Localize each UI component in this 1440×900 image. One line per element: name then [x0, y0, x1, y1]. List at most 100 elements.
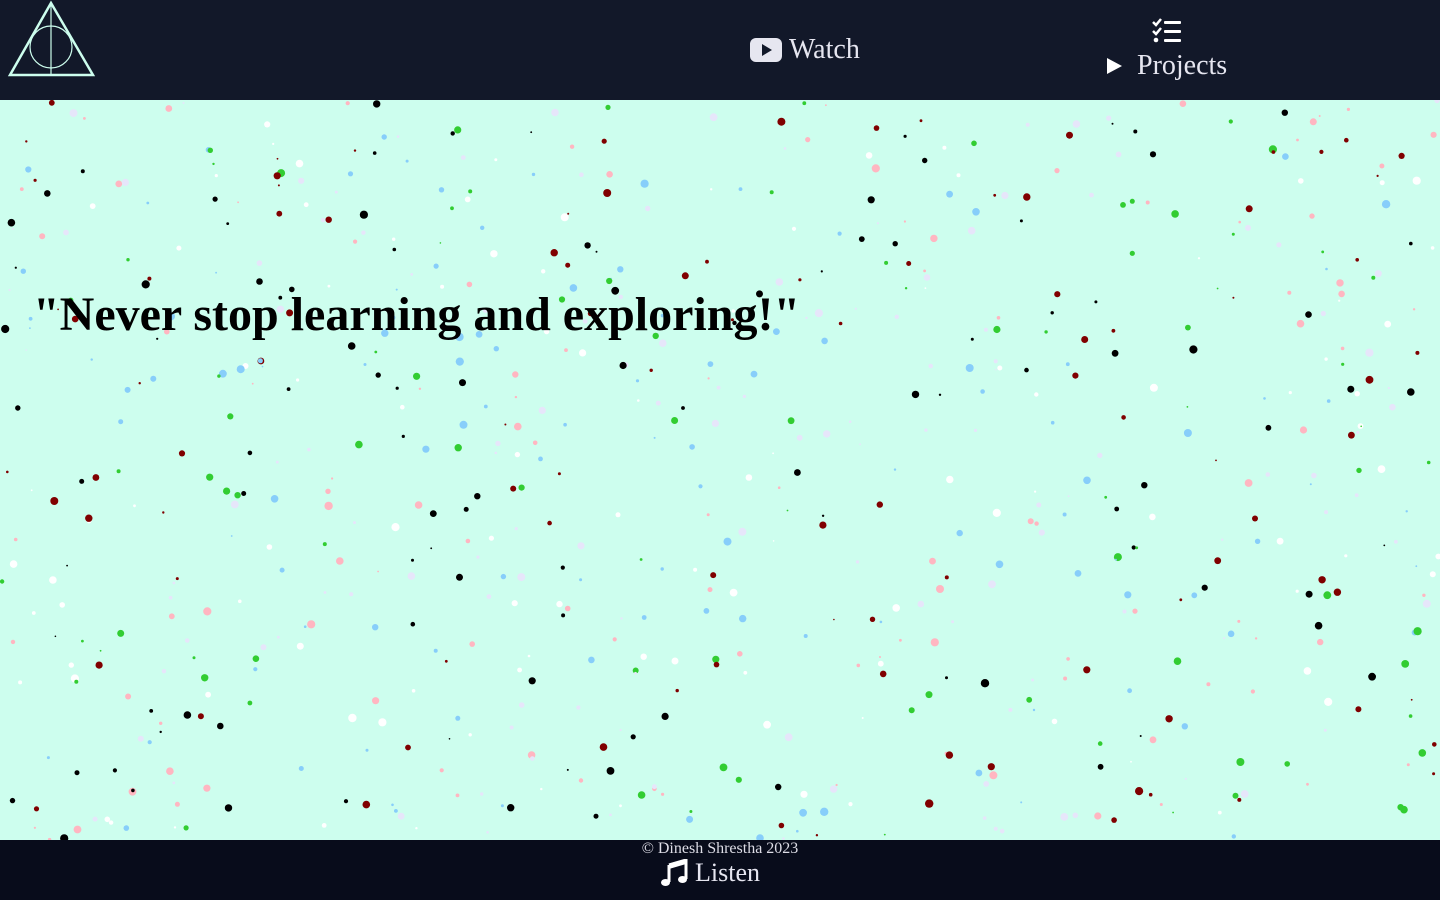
projects-menu[interactable]: Projects [1104, 16, 1244, 86]
confetti-dot [1097, 763, 1104, 770]
confetti-dot [1429, 571, 1436, 578]
confetti-dot [1127, 688, 1132, 694]
confetti-dot [944, 575, 949, 580]
confetti-dot [108, 820, 114, 825]
confetti-dot [150, 375, 157, 382]
confetti-dot [541, 269, 546, 274]
confetti-dot [14, 266, 17, 269]
confetti-dot [893, 468, 897, 471]
confetti-dot [671, 417, 679, 424]
confetti-dot [565, 262, 571, 268]
confetti-dot [125, 693, 132, 700]
top-navbar: Watch Projects [0, 0, 1440, 100]
confetti-dot [1254, 637, 1258, 640]
confetti-dot [99, 649, 102, 652]
confetti-dot [530, 131, 533, 134]
confetti-dot [463, 506, 469, 512]
confetti-dot [1406, 763, 1410, 767]
confetti-dot [172, 581, 176, 585]
confetti-dot [334, 190, 338, 194]
confetti-dot [1381, 200, 1391, 209]
confetti-dot [1413, 627, 1422, 636]
confetti-dot [547, 520, 552, 526]
confetti-dot [13, 537, 18, 542]
confetti-dot [1324, 510, 1329, 515]
confetti-dot [123, 825, 130, 831]
confetti-dot [1325, 267, 1328, 271]
confetti-dot [1296, 138, 1299, 142]
confetti-dot [9, 797, 16, 804]
confetti-dot [1281, 109, 1289, 116]
confetti-dot [256, 260, 263, 266]
confetti-dot [29, 327, 31, 329]
confetti-dot [838, 321, 843, 326]
confetti-dot [713, 661, 720, 668]
confetti-dot [1323, 591, 1332, 600]
confetti-dot [298, 177, 305, 184]
confetti-dot [1019, 219, 1023, 223]
confetti-dot [1083, 476, 1091, 485]
confetti-dot [411, 558, 414, 562]
confetti-dot [686, 815, 694, 823]
confetti-dot [649, 368, 653, 372]
confetti-dot [661, 792, 665, 796]
confetti-dot [563, 422, 567, 427]
deathly-hallows-icon[interactable] [7, 0, 95, 78]
confetti-dot [272, 142, 275, 145]
confetti-dot [395, 386, 399, 390]
confetti-dot [988, 580, 996, 589]
confetti-dot [904, 287, 908, 290]
confetti-dot [175, 577, 179, 581]
confetti-dot [44, 190, 51, 197]
confetti-dot [410, 621, 416, 627]
confetti-dot [906, 261, 912, 266]
confetti-dot [1066, 131, 1073, 139]
confetti-dot [1094, 812, 1102, 820]
watch-link[interactable]: Watch [750, 32, 860, 68]
confetti-dot [980, 389, 985, 394]
confetti-dot [946, 475, 954, 484]
confetti-dot [74, 679, 79, 684]
confetti-dot [1081, 336, 1089, 343]
confetti-dot [707, 361, 714, 367]
confetti-dot [854, 307, 857, 310]
confetti-dot [710, 188, 713, 191]
confetti-dot [799, 808, 807, 817]
confetti-dot [833, 618, 835, 621]
confetti-dot [1422, 593, 1426, 597]
confetti-dot [745, 474, 753, 481]
confetti-dot [117, 629, 125, 637]
confetti-dot [706, 513, 710, 517]
confetti-dot [1341, 362, 1345, 366]
confetti-dot [705, 259, 709, 264]
confetti-dot [365, 748, 369, 752]
confetti-dot [1284, 761, 1290, 767]
confetti-dot [763, 720, 771, 729]
confetti-dot [861, 717, 864, 719]
confetti-dot [168, 595, 173, 600]
confetti-dot [588, 656, 595, 664]
confetti-dot [879, 620, 883, 624]
confetti-dot [1265, 472, 1271, 477]
confetti-dot [165, 105, 173, 112]
confetti-dot [1336, 279, 1344, 287]
confetti-dot [68, 662, 75, 668]
confetti-dot [410, 273, 414, 276]
confetti-dot [1346, 107, 1350, 111]
confetti-dot [400, 404, 405, 410]
confetti-dot [1340, 346, 1345, 351]
confetti-dot [742, 394, 747, 399]
confetti-dot [1179, 100, 1187, 107]
confetti-dot [1115, 151, 1122, 158]
projects-link[interactable]: Projects [1104, 50, 1227, 82]
confetti-dot [620, 617, 623, 620]
confetti-dot [92, 816, 98, 822]
confetti-dot [711, 419, 720, 427]
confetti-dot [455, 793, 460, 798]
confetti-dot [835, 783, 838, 787]
confetti-dot [1060, 813, 1069, 821]
confetti-dot [372, 151, 377, 155]
confetti-dot [224, 804, 233, 812]
listen-link[interactable]: Listen [660, 858, 760, 888]
confetti-dot [276, 210, 283, 217]
